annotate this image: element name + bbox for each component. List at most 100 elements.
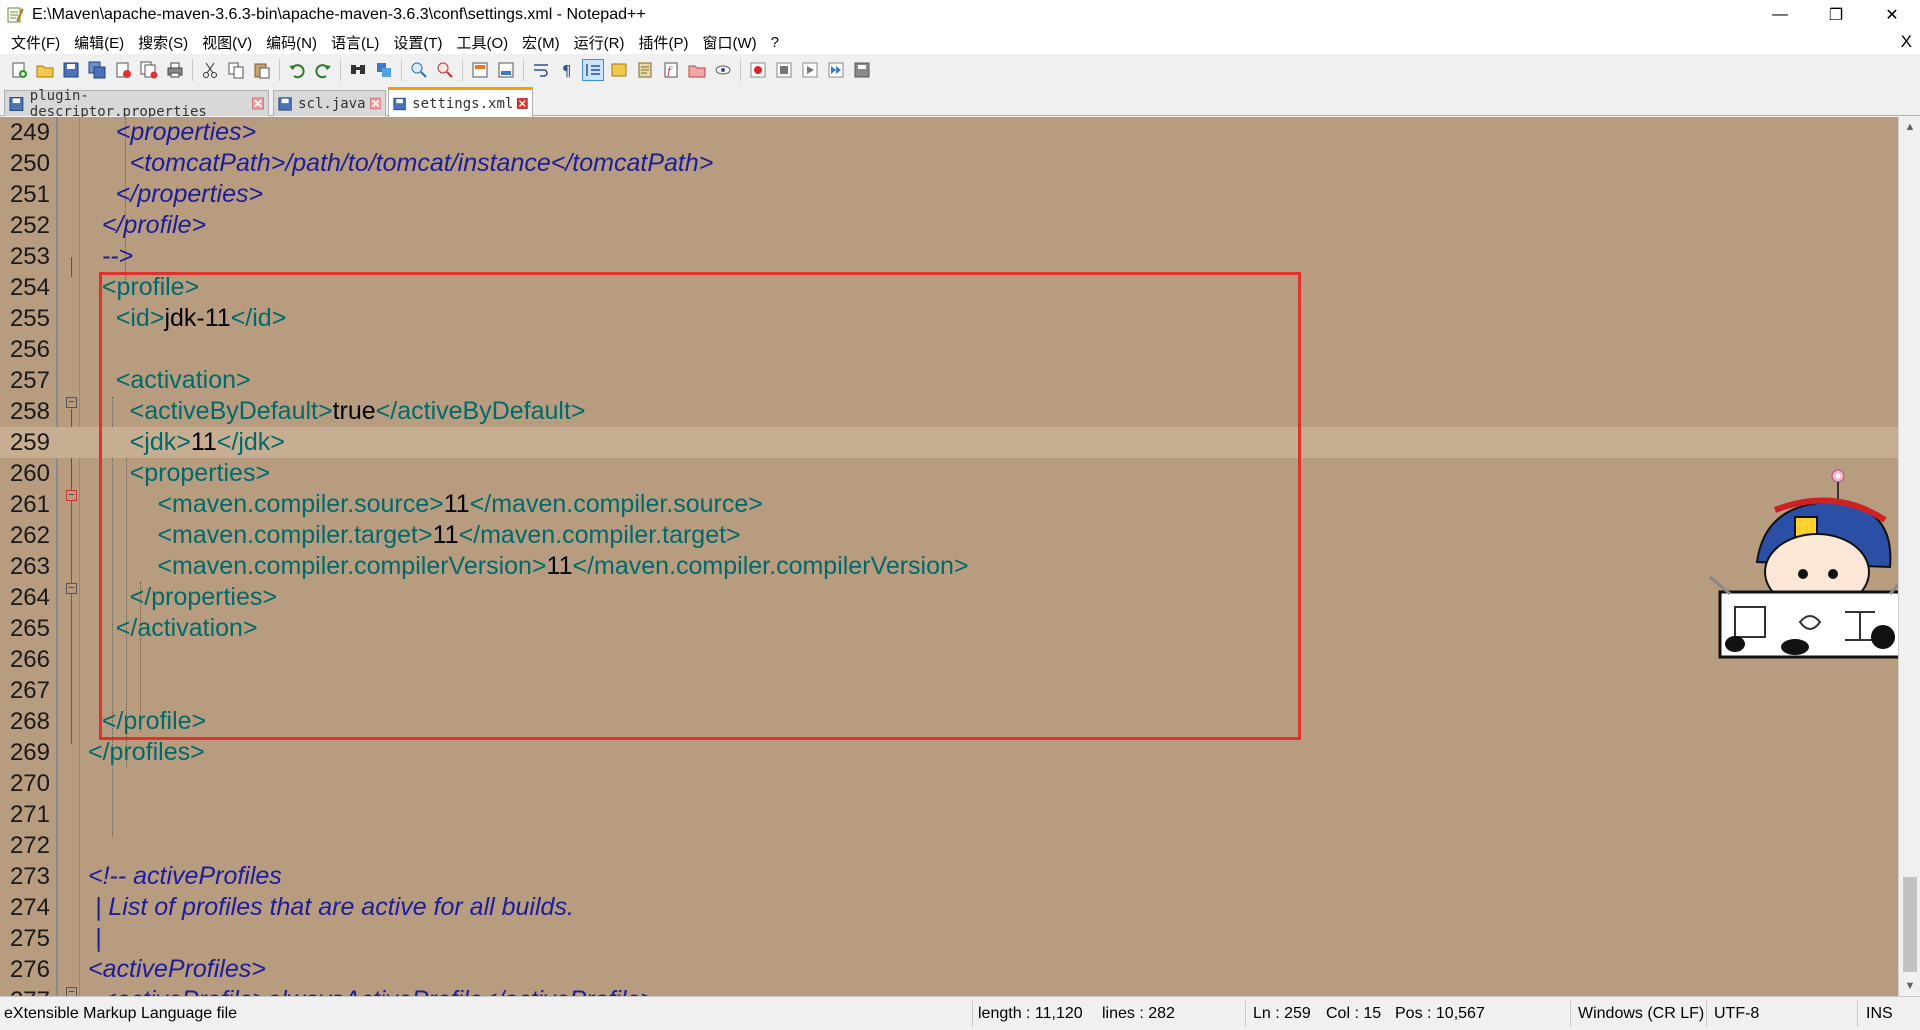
close-tab-icon[interactable]	[369, 97, 381, 110]
code-line[interactable]: 263 <maven.compiler.compilerVersion>11</…	[0, 551, 1898, 582]
code-line[interactable]: 267	[0, 675, 1898, 706]
save-all-icon[interactable]	[87, 60, 107, 80]
scroll-down-icon[interactable]: ▼	[1899, 976, 1920, 996]
menu-language[interactable]: 语言(L)	[324, 32, 386, 53]
code-line[interactable]: 264 </properties>	[0, 582, 1898, 613]
code-line[interactable]: 256	[0, 334, 1898, 365]
replace-icon[interactable]	[374, 60, 394, 80]
line-number: 259	[9, 429, 50, 456]
code-line[interactable]: 261 <maven.compiler.source>11</maven.com…	[0, 489, 1898, 520]
code-line[interactable]: 276 <activeProfiles>	[0, 954, 1898, 985]
menu-tools[interactable]: 工具(O)	[449, 32, 515, 53]
code-line[interactable]: 260 <properties>	[0, 458, 1898, 489]
record-macro-icon[interactable]	[748, 60, 768, 80]
code-line[interactable]: 257 <activation>	[0, 365, 1898, 396]
scroll-up-icon[interactable]: ▲	[1899, 117, 1920, 137]
paste-icon[interactable]	[252, 60, 272, 80]
open-file-icon[interactable]	[35, 60, 55, 80]
vertical-scrollbar[interactable]: ▲ ▼	[1898, 117, 1920, 996]
tab-settings-xml[interactable]: settings.xml	[388, 87, 533, 117]
close-file-icon[interactable]	[113, 60, 133, 80]
close-all-icon[interactable]	[139, 60, 159, 80]
code-line[interactable]: 252 </profile>	[0, 210, 1898, 241]
code-line[interactable]: 265 </activation>	[0, 613, 1898, 644]
close-tab-icon[interactable]	[517, 97, 528, 110]
menu-view[interactable]: 视图(V)	[195, 32, 259, 53]
status-insert-mode[interactable]: INS	[1866, 997, 1893, 1030]
status-divider	[1570, 1001, 1571, 1027]
close-document-button[interactable]: X	[1901, 32, 1912, 52]
code-line[interactable]: 259 <jdk>11</jdk>	[0, 427, 1898, 458]
code-line[interactable]: 251 </properties>	[0, 179, 1898, 210]
save-macro-icon[interactable]	[852, 60, 872, 80]
code-line[interactable]: 268 </profile>	[0, 706, 1898, 737]
code-line[interactable]: 250 <tomcatPath>/path/to/tomcat/instance…	[0, 148, 1898, 179]
menu-macro[interactable]: 宏(M)	[515, 32, 567, 53]
sync-vertical-icon[interactable]	[470, 60, 490, 80]
word-wrap-icon[interactable]	[531, 60, 551, 80]
menu-window[interactable]: 窗口(W)	[695, 32, 763, 53]
code-line[interactable]: 273 <!-- activeProfiles	[0, 861, 1898, 892]
stop-recording-icon[interactable]	[774, 60, 794, 80]
scroll-thumb[interactable]	[1903, 877, 1917, 972]
xml-tag: </profiles>	[88, 738, 205, 766]
code-line[interactable]: 258 <activeByDefault>true</activeByDefau…	[0, 396, 1898, 427]
code-line[interactable]: 269 </profiles>	[0, 737, 1898, 768]
status-line-number[interactable]: Ln : 259	[1253, 997, 1311, 1030]
status-eol[interactable]: Windows (CR LF)	[1578, 997, 1704, 1030]
copy-icon[interactable]	[226, 60, 246, 80]
code-line[interactable]: 255 <id>jdk-11</id>	[0, 303, 1898, 334]
doc-map-icon[interactable]	[635, 60, 655, 80]
menu-run[interactable]: 运行(R)	[567, 32, 632, 53]
redo-icon[interactable]	[313, 60, 333, 80]
show-all-characters-icon[interactable]: ¶	[557, 60, 577, 80]
menu-plugins[interactable]: 插件(P)	[631, 32, 695, 53]
status-column[interactable]: Col : 15	[1326, 997, 1381, 1030]
zoom-out-icon[interactable]	[435, 60, 455, 80]
status-encoding[interactable]: UTF-8	[1714, 997, 1759, 1030]
code-line[interactable]: 274 | List of profiles that are active f…	[0, 892, 1898, 923]
restore-button[interactable]: ❐	[1808, 0, 1864, 30]
zoom-in-icon[interactable]	[409, 60, 429, 80]
menu-help[interactable]: ?	[764, 34, 786, 51]
function-list-icon[interactable]: f	[661, 60, 681, 80]
sync-horizontal-icon[interactable]	[496, 60, 516, 80]
code-line[interactable]: 253 -->	[0, 241, 1898, 272]
menu-encoding[interactable]: 编码(N)	[259, 32, 324, 53]
tab-label: settings.xml	[412, 95, 514, 112]
find-icon[interactable]	[348, 60, 368, 80]
cut-icon[interactable]	[200, 60, 220, 80]
tab-plugin-descriptor[interactable]: plugin-descriptor.properties	[4, 88, 269, 120]
menu-search[interactable]: 搜索(S)	[131, 32, 195, 53]
code-line[interactable]: 271	[0, 799, 1898, 830]
monitoring-icon[interactable]	[713, 60, 733, 80]
code-line[interactable]: 275 |	[0, 923, 1898, 954]
print-icon[interactable]	[165, 60, 185, 80]
code-line[interactable]: 262 <maven.compiler.target>11</maven.com…	[0, 520, 1898, 551]
toolbar-separator	[462, 59, 463, 81]
code-line[interactable]: 266	[0, 644, 1898, 675]
menu-file[interactable]: 文件(F)	[4, 32, 67, 53]
code-line[interactable]: 270	[0, 768, 1898, 799]
xml-comment: <properties>	[88, 118, 257, 146]
code-line[interactable]: 254 <profile>	[0, 272, 1898, 303]
menu-settings[interactable]: 设置(T)	[386, 32, 449, 53]
playback-macro-icon[interactable]	[800, 60, 820, 80]
tab-scl-java[interactable]: scl.java	[273, 90, 386, 116]
indent-guide-icon[interactable]	[582, 59, 604, 81]
code-line[interactable]: 272	[0, 830, 1898, 861]
close-tab-icon[interactable]	[251, 97, 264, 110]
save-icon[interactable]	[61, 60, 81, 80]
folder-workspace-icon[interactable]	[687, 60, 707, 80]
close-window-button[interactable]: ✕	[1864, 0, 1920, 30]
code-line[interactable]: 249 <properties>	[0, 117, 1898, 148]
undo-icon[interactable]	[287, 60, 307, 80]
menu-edit[interactable]: 编辑(E)	[67, 32, 131, 53]
code-editor[interactable]: − − − − 249 <properties> 250 <tomcatPath>…	[0, 117, 1898, 996]
run-macro-multiple-icon[interactable]	[826, 60, 846, 80]
new-file-icon[interactable]	[9, 60, 29, 80]
define-language-icon[interactable]	[609, 60, 629, 80]
code-line[interactable]: 277 <activeProfile>alwaysActiveProfile</…	[0, 985, 1898, 996]
status-position[interactable]: Pos : 10,567	[1395, 997, 1485, 1030]
minimize-button[interactable]: —	[1752, 0, 1808, 30]
